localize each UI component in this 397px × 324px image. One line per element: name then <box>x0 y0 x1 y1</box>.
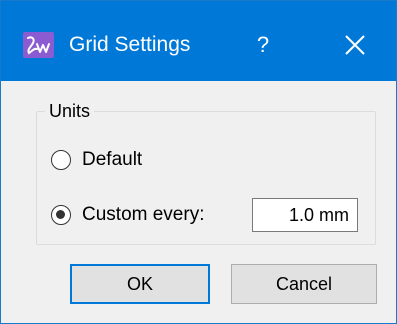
custom-radio-option[interactable]: Custom every: <box>51 201 204 229</box>
help-button[interactable]: ? <box>241 25 285 65</box>
custom-radio-label: Custom every: <box>82 204 205 225</box>
app-logo-icon <box>23 32 54 58</box>
default-radio-label: Default <box>82 149 143 170</box>
custom-radio-button[interactable] <box>51 205 71 225</box>
title-bar[interactable]: Grid Settings ? <box>1 1 396 81</box>
ok-button[interactable]: OK <box>70 264 210 304</box>
close-button[interactable] <box>331 23 379 67</box>
default-radio-button[interactable] <box>51 150 71 170</box>
window-title: Grid Settings <box>69 33 191 56</box>
default-radio-option[interactable]: Default <box>51 146 142 174</box>
custom-spacing-input[interactable] <box>252 198 358 232</box>
grid-settings-dialog: Grid Settings ? Units Default Custom eve… <box>0 0 397 324</box>
close-icon <box>345 35 365 55</box>
units-group-title: Units <box>45 99 95 123</box>
cancel-button[interactable]: Cancel <box>231 264 377 304</box>
